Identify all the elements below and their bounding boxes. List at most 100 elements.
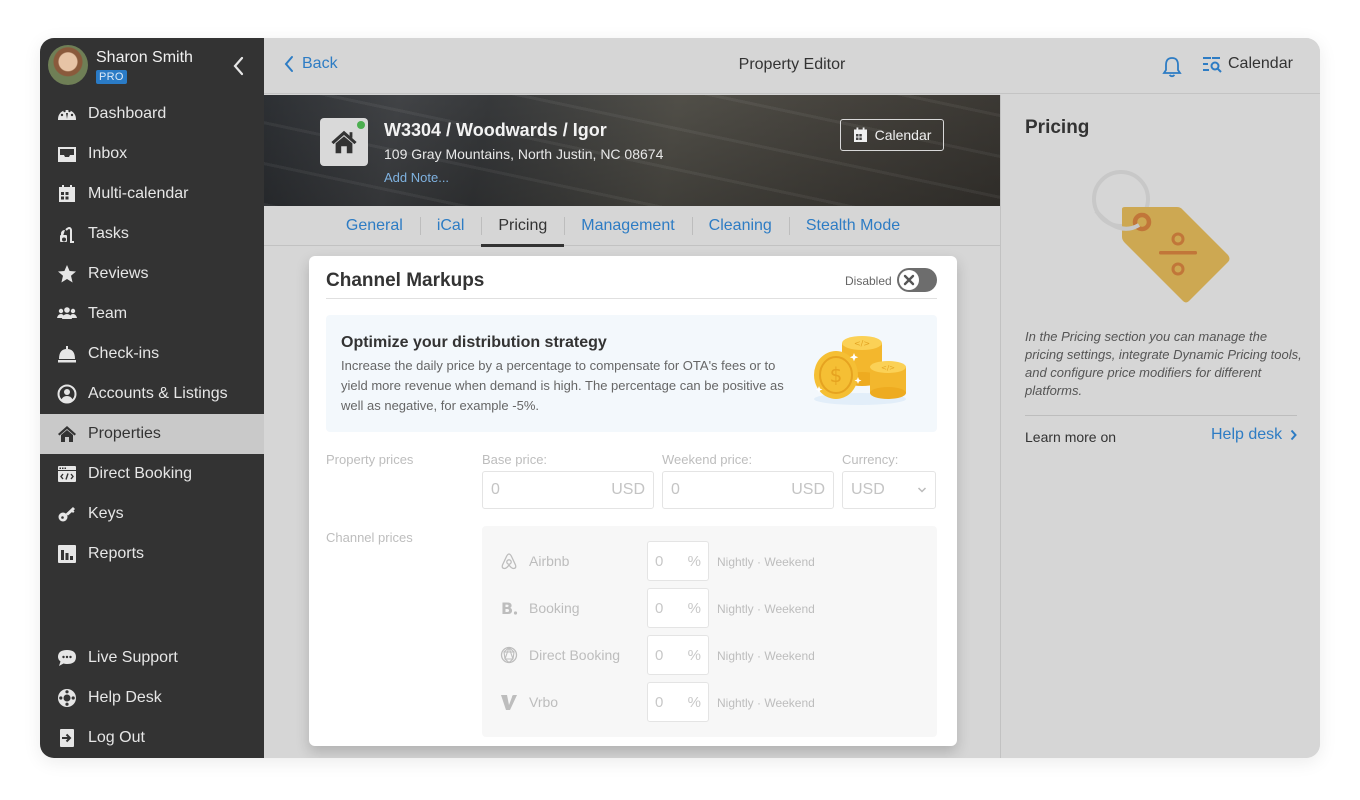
help-side-panel: Pricing In the Pricing section you can m…: [1000, 95, 1320, 758]
svg-text:</>: </>: [854, 339, 870, 348]
calendar-search-button[interactable]: Calendar: [1202, 55, 1293, 73]
sidebar-item-label: Properties: [88, 425, 161, 442]
markup-value: 0: [655, 646, 664, 664]
sidebar-item-label: Multi-calendar: [88, 185, 189, 202]
bar-chart-icon: [56, 543, 78, 565]
channel-markups-toggle[interactable]: [897, 268, 937, 292]
sidebar-item-label: Direct Booking: [88, 465, 193, 482]
sidebar-bottom-nav: Live Support Help Desk Log Out: [40, 638, 264, 758]
chevron-left-icon: [233, 56, 244, 76]
help-desk-label: Help desk: [1211, 426, 1283, 443]
sidebar-item-label: Log Out: [88, 729, 145, 746]
base-price-unit: USD: [611, 481, 645, 498]
channel-name: Airbnb: [529, 553, 570, 569]
tab-cleaning[interactable]: Cleaning: [691, 206, 789, 246]
vrbo-markup-input[interactable]: 0 %: [647, 682, 709, 722]
calendar-label: Calendar: [1228, 55, 1293, 72]
sidebar-item-label: Inbox: [88, 145, 128, 162]
sidebar-item-keys[interactable]: Keys: [40, 494, 264, 534]
channel-prices-panel: Airbnb 0 % Nightly · Weekend B Booking 0…: [482, 526, 937, 737]
markup-unit: %: [687, 552, 701, 570]
airbnb-markup-input[interactable]: 0 %: [647, 541, 709, 581]
booking-markup-input[interactable]: 0 %: [647, 588, 709, 628]
currency-value: USD: [851, 481, 885, 498]
sidebar-item-help-desk[interactable]: Help Desk: [40, 678, 264, 718]
sidebar-item-reviews[interactable]: Reviews: [40, 254, 264, 294]
markup-scope: Nightly · Weekend: [717, 555, 815, 569]
info-banner: Optimize your distribution strategy Incr…: [326, 315, 937, 432]
tab-stealth-mode[interactable]: Stealth Mode: [788, 206, 917, 246]
sidebar-item-tasks[interactable]: Tasks: [40, 214, 264, 254]
property-thumbnail: [320, 118, 368, 166]
direct-booking-icon: [500, 646, 518, 664]
toggle-knob: [899, 270, 919, 290]
sidebar-item-direct-booking[interactable]: Direct Booking: [40, 454, 264, 494]
sidebar-item-properties[interactable]: Properties: [40, 414, 264, 454]
sidebar-item-check-ins[interactable]: Check-ins: [40, 334, 264, 374]
toggle-status-label: Disabled: [845, 274, 892, 288]
back-button[interactable]: Back: [284, 55, 338, 73]
base-price-input[interactable]: 0 USD: [482, 471, 654, 509]
tab-general[interactable]: General: [329, 206, 420, 246]
markup-value: 0: [655, 693, 664, 711]
property-prices-label: Property prices: [326, 452, 414, 467]
sidebar-item-team[interactable]: Team: [40, 294, 264, 334]
sidebar: Sharon Smith PRO Dashboard Inbox Multi-c…: [40, 38, 264, 758]
property-calendar-button[interactable]: Calendar: [840, 119, 944, 151]
lifebuoy-icon: [56, 687, 78, 709]
sidebar-item-label: Accounts & Listings: [88, 385, 228, 402]
info-text: Increase the daily price by a percentage…: [341, 358, 784, 413]
sidebar-item-label: Check-ins: [88, 345, 160, 362]
collapse-sidebar-button[interactable]: [230, 54, 248, 78]
tab-management[interactable]: Management: [564, 206, 691, 246]
airbnb-icon: [500, 552, 518, 570]
sidebar-item-dashboard[interactable]: Dashboard: [40, 94, 264, 134]
markup-scope: Nightly · Weekend: [717, 696, 815, 710]
base-price-label: Base price:: [482, 452, 548, 467]
service-bell-icon: [56, 343, 78, 365]
notifications-bell-icon[interactable]: [1162, 56, 1182, 83]
weekend-price-unit: USD: [791, 481, 825, 498]
sidebar-item-label: Keys: [88, 505, 124, 522]
info-title: Optimize your distribution strategy: [341, 334, 607, 351]
channel-markups-card: Channel Markups Disabled Optimize your d…: [309, 256, 957, 746]
sidebar-item-label: Team: [88, 305, 128, 322]
markup-value: 0: [655, 552, 664, 570]
logout-icon: [56, 727, 78, 749]
panel-title: Pricing: [1025, 117, 1090, 138]
sidebar-item-log-out[interactable]: Log Out: [40, 718, 264, 758]
currency-select[interactable]: USD: [842, 471, 936, 509]
sidebar-item-live-support[interactable]: Live Support: [40, 638, 264, 678]
key-icon: [56, 503, 78, 525]
sidebar-item-accounts-listings[interactable]: Accounts & Listings: [40, 374, 264, 414]
sidebar-item-multi-calendar[interactable]: Multi-calendar: [40, 174, 264, 214]
calendar-search-icon: [1203, 57, 1222, 73]
panel-description: In the Pricing section you can manage th…: [1025, 329, 1302, 398]
divider: [1025, 415, 1297, 416]
svg-text:$: $: [830, 363, 843, 387]
user-profile[interactable]: Sharon Smith PRO: [40, 38, 264, 96]
chat-bubble-icon: [56, 647, 78, 669]
pro-badge: PRO: [96, 70, 127, 84]
sidebar-item-label: Live Support: [88, 649, 178, 666]
code-window-icon: [56, 463, 78, 485]
sidebar-item-inbox[interactable]: Inbox: [40, 134, 264, 174]
channel-name: Direct Booking: [529, 647, 621, 663]
vacuum-cleaner-icon: [56, 223, 78, 245]
chevron-left-icon: [284, 56, 293, 72]
svg-text:B: B: [501, 599, 513, 617]
tab-pricing[interactable]: Pricing: [481, 206, 565, 247]
currency-label: Currency:: [842, 452, 899, 467]
help-desk-link[interactable]: Help desk: [1211, 426, 1297, 444]
sidebar-item-label: Tasks: [88, 225, 129, 242]
direct-booking-markup-input[interactable]: 0 %: [647, 635, 709, 675]
markup-value: 0: [655, 599, 664, 617]
divider: [326, 298, 937, 299]
add-note-link[interactable]: Add Note...: [384, 170, 449, 185]
status-dot: [357, 121, 365, 129]
weekend-price-input[interactable]: 0 USD: [662, 471, 834, 509]
dashboard-gauge-icon: [56, 103, 78, 125]
channel-row-direct-booking: Direct Booking 0 % Nightly · Weekend: [482, 635, 937, 675]
sidebar-item-reports[interactable]: Reports: [40, 534, 264, 574]
tab-ical[interactable]: iCal: [419, 206, 482, 246]
